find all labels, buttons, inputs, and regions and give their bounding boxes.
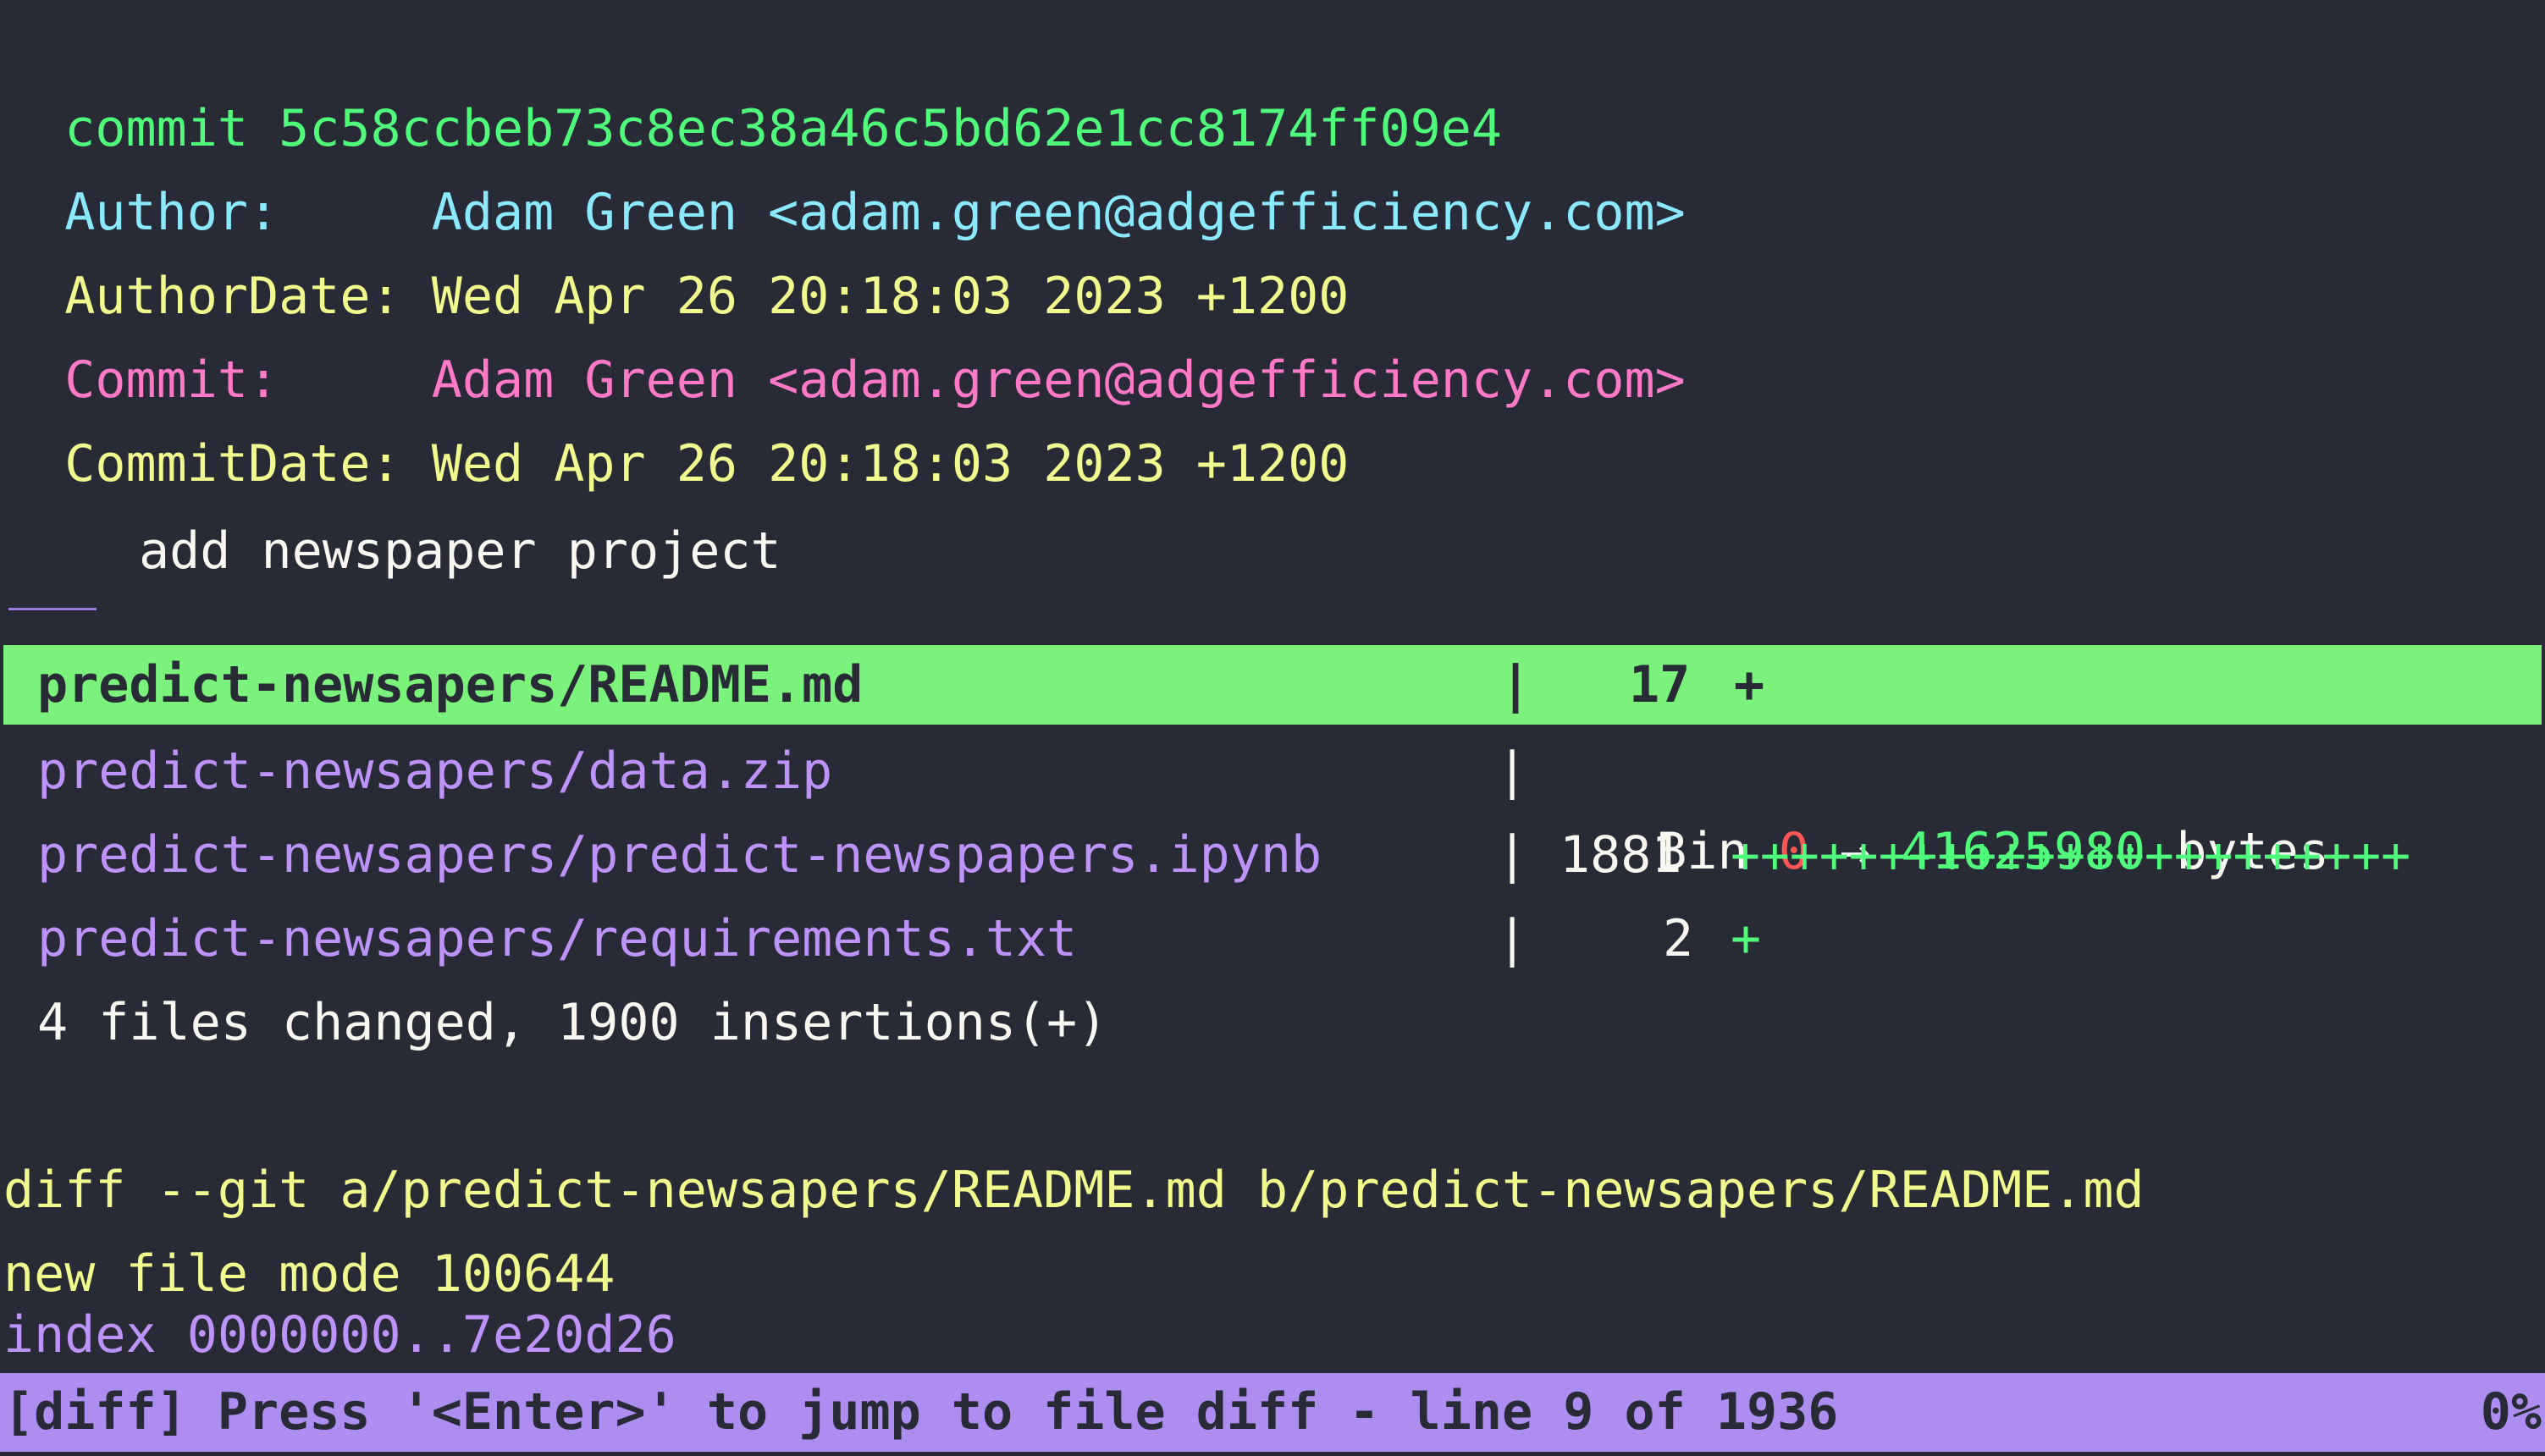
- change-graph: +: [1731, 909, 1762, 968]
- binary-stat: Bin 0 → 41625980 bytes: [1595, 731, 2329, 881]
- author-date-line: AuthorDate: Wed Apr 26 20:18:03 2023 +12…: [3, 176, 1349, 326]
- file-path[interactable]: predict-newsapers/predict-newspapers.ipy…: [37, 815, 1322, 896]
- change-count: 1881: [1560, 825, 1682, 885]
- scroll-percent: 0%: [2480, 1382, 2542, 1442]
- section-divider: [8, 608, 97, 610]
- commit-line: commit 5c58ccbeb73c8ec38a46c5bd62e1cc817…: [3, 8, 1502, 158]
- stat-separator: |: [1497, 742, 1528, 801]
- status-bar: [diff] Press '<Enter>' to jump to file d…: [0, 1373, 2545, 1452]
- file-path[interactable]: predict-newsapers/README.md: [37, 645, 863, 725]
- committer-line: Commit: Adam Green <adam.green@adgeffici…: [3, 260, 1686, 410]
- change-count: 2: [1663, 909, 1694, 968]
- stat-summary: 4 files changed, 1900 insertions(+): [37, 993, 1108, 1052]
- diff-header: diff --git a/predict-newsapers/README.md…: [3, 1161, 2145, 1220]
- author-line: Author: Adam Green <adam.green@adgeffici…: [3, 92, 1686, 242]
- file-path[interactable]: predict-newsapers/requirements.txt: [37, 899, 1077, 979]
- change-count: 17: [1629, 655, 1691, 714]
- commit-date-value: Wed Apr 26 20:18:03 2023 +1200: [431, 434, 1350, 494]
- stat-separator: |: [1500, 655, 1532, 714]
- status-text: [diff] Press '<Enter>' to jump to file d…: [3, 1382, 1839, 1442]
- index-line: index 0000000..7e20d26: [3, 1305, 676, 1365]
- file-path[interactable]: predict-newsapers/data.zip: [37, 731, 832, 812]
- change-graph: +: [1734, 655, 1765, 714]
- stat-separator: |: [1497, 909, 1528, 968]
- commit-date-line: CommitDate: Wed Apr 26 20:18:03 2023 +12…: [3, 344, 1349, 494]
- change-graph: +++++++++++++++++++++++: [1731, 826, 2411, 884]
- stat-separator: |: [1497, 825, 1528, 885]
- commit-date-label: CommitDate:: [64, 434, 401, 494]
- commit-message: add newspaper project: [139, 521, 781, 581]
- file-stat-row-selected[interactable]: predict-newsapers/README.md | 17 +: [3, 645, 2542, 725]
